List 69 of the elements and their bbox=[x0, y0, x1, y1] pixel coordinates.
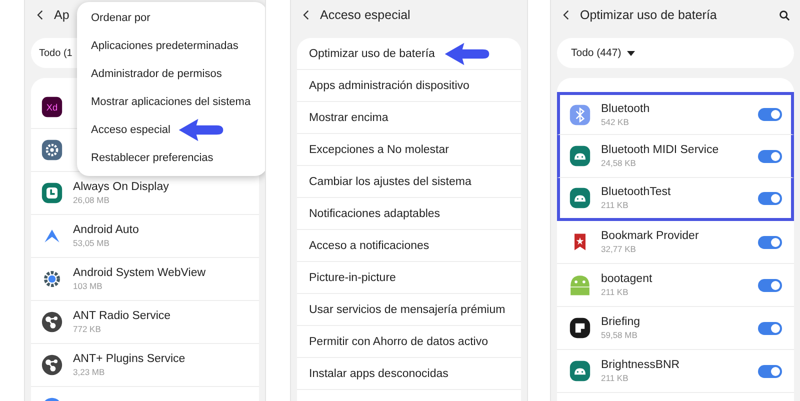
app-name: Always On Display bbox=[73, 181, 170, 193]
app-size: 3,23 MB bbox=[73, 367, 106, 377]
gear-icon bbox=[41, 268, 63, 290]
gear-icon bbox=[41, 139, 63, 161]
screen-title: Acceso especial bbox=[320, 8, 410, 22]
settings-item[interactable]: Notificaciones adaptables bbox=[309, 208, 440, 220]
app-name: BrightnessBNR bbox=[601, 359, 681, 371]
android-icon bbox=[569, 274, 591, 296]
app-name: ANT Radio Service bbox=[73, 310, 172, 322]
settings-item[interactable]: Mostrar encima bbox=[309, 112, 388, 124]
app-size: 542 KB bbox=[601, 116, 630, 126]
toggle-switch[interactable] bbox=[758, 364, 782, 378]
toggle-switch[interactable] bbox=[758, 150, 782, 162]
screen-title: Optimizar uso de batería bbox=[580, 8, 717, 22]
app-size: 26,08 MB bbox=[73, 195, 110, 205]
app-name: Android System WebView bbox=[73, 267, 207, 279]
toggle-switch[interactable] bbox=[758, 322, 782, 334]
settings-item[interactable]: Acceso a notificaciones bbox=[309, 240, 430, 252]
app-name: ANT+ Plugins Service bbox=[73, 353, 186, 365]
settings-item[interactable]: Instalar apps desconocidas bbox=[309, 368, 448, 380]
clock-icon bbox=[41, 182, 63, 204]
menu-item[interactable]: Aplicaciones predeterminadas bbox=[91, 40, 238, 52]
app-name: Bluetooth MIDI Service bbox=[601, 144, 720, 156]
search-icon[interactable] bbox=[779, 10, 790, 20]
settings-item[interactable]: Permitir con Ahorro de datos activo bbox=[309, 336, 488, 348]
app-name: Android Auto bbox=[73, 224, 140, 236]
molecule-app-icon bbox=[41, 311, 63, 333]
app-name: Bookmark Provider bbox=[601, 230, 700, 242]
app-size: 24,58 KB bbox=[601, 158, 637, 168]
toggle-switch[interactable] bbox=[758, 278, 782, 292]
app-name: Bluetooth bbox=[601, 102, 651, 114]
app-size: 59,58 MB bbox=[601, 330, 638, 340]
menu-item[interactable]: Restablecer preferencias bbox=[91, 152, 214, 164]
android-icon bbox=[569, 187, 591, 209]
back-icon[interactable] bbox=[37, 10, 44, 20]
app-name: bootagent bbox=[601, 273, 654, 285]
settings-item[interactable]: Apps administración dispositivo bbox=[309, 80, 470, 92]
back-icon[interactable] bbox=[563, 10, 570, 20]
filter-dropdown[interactable]: Todo (447) bbox=[557, 38, 794, 68]
app-size: 772 KB bbox=[73, 324, 102, 334]
menu-item[interactable]: Administrador de permisos bbox=[91, 68, 222, 80]
settings-item[interactable]: Optimizar uso de batería bbox=[309, 48, 435, 60]
app-size: 211 KB bbox=[601, 373, 630, 383]
back-icon[interactable] bbox=[303, 10, 310, 20]
bluetooth-icon bbox=[569, 104, 591, 126]
design-app-icon: Xd bbox=[41, 96, 63, 118]
briefing-app-icon bbox=[569, 317, 591, 339]
app-name: BluetoothTest bbox=[601, 186, 672, 198]
settings-item[interactable]: Usar servicios de mensajería prémium bbox=[309, 304, 506, 316]
app-size: 32,77 KB bbox=[601, 244, 637, 254]
menu-item[interactable]: Ordenar por bbox=[91, 12, 150, 24]
android-icon bbox=[569, 360, 591, 382]
settings-item[interactable]: Cambiar los ajustes del sistema bbox=[309, 176, 472, 188]
settings-item[interactable]: Excepciones a No molestar bbox=[309, 144, 449, 156]
app-size: 53,05 MB bbox=[73, 238, 110, 248]
app-size: 103 MB bbox=[73, 281, 104, 291]
toggle-switch[interactable] bbox=[758, 236, 782, 248]
toggle-switch[interactable] bbox=[758, 192, 782, 204]
app-name: Briefing bbox=[601, 316, 641, 328]
menu-item[interactable]: Mostrar aplicaciones del sistema bbox=[91, 96, 251, 108]
app-size: 211 KB bbox=[601, 200, 630, 210]
menu-item[interactable]: Acceso especial bbox=[91, 124, 170, 136]
android-icon bbox=[569, 145, 591, 167]
molecule-app-icon bbox=[41, 354, 63, 376]
screen-title: Ap bbox=[54, 8, 70, 22]
settings-item[interactable]: Picture-in-picture bbox=[309, 272, 396, 284]
toggle-switch[interactable] bbox=[758, 108, 782, 121]
app-size: 211 KB bbox=[601, 287, 630, 297]
caret-icon bbox=[627, 50, 636, 56]
